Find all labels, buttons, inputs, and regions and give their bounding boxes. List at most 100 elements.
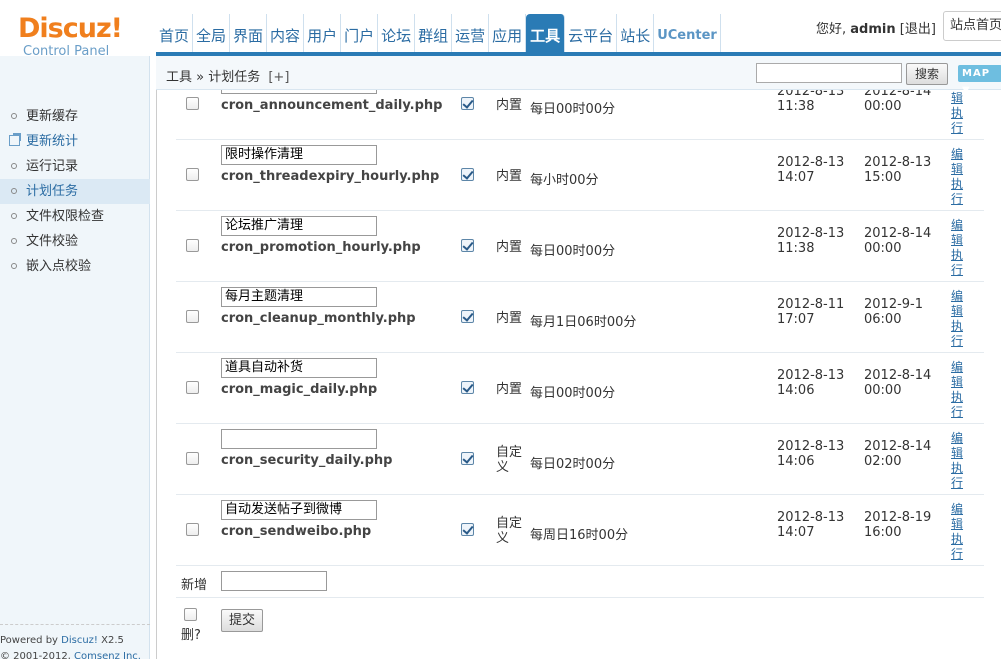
next-run: 2012-8-19 16:00 <box>864 510 931 540</box>
edit-link[interactable]: 编辑 <box>951 147 965 177</box>
available-checkbox[interactable] <box>461 97 474 110</box>
next-run-time: 00:00 <box>864 383 902 398</box>
delete-checkbox[interactable] <box>186 239 199 252</box>
nav-item[interactable]: 门户 <box>341 14 379 52</box>
task-type: 自定义 <box>496 516 523 546</box>
search-button[interactable]: 搜索 <box>906 63 948 85</box>
run-link[interactable]: 执行 <box>951 319 965 349</box>
sidebar-item-label: 更新统计 <box>26 134 79 149</box>
available-checkbox[interactable] <box>461 381 474 394</box>
available-checkbox[interactable] <box>461 239 474 252</box>
task-name-input[interactable]: 论坛推广清理 <box>221 216 377 236</box>
powered-line: Powered by Discuz! X2.5 <box>0 633 150 649</box>
task-name-input[interactable]: 自动发送帖子到微博 <box>221 500 377 520</box>
sidebar-item-label: 文件权限检查 <box>26 209 105 224</box>
sub-bar: 工具 » 计划任务 [+] 搜索 MAP ▼ <box>156 56 1001 96</box>
map-button[interactable]: MAP ▼ <box>958 65 1001 96</box>
next-run-time: 15:00 <box>864 170 902 185</box>
task-type: 内置 <box>496 382 523 397</box>
submit-button[interactable]: 提交 <box>221 609 263 632</box>
last-run: 2012-8-13 14:07 <box>777 510 844 540</box>
nav-item[interactable]: 运营 <box>452 14 490 52</box>
nav-item[interactable]: 应用 <box>489 14 527 52</box>
nav-item[interactable]: 群组 <box>415 14 453 52</box>
last-run-date: 2012-8-13 <box>777 155 845 170</box>
edit-link[interactable]: 编辑 <box>951 218 965 248</box>
nav-item[interactable]: 全局 <box>193 14 231 52</box>
logo-main: Discuz! <box>18 13 123 44</box>
add-shortcut-link[interactable]: [+] <box>268 70 289 85</box>
available-checkbox[interactable] <box>461 310 474 323</box>
edit-link[interactable]: 编辑 <box>951 90 965 106</box>
delete-checkbox[interactable] <box>186 310 199 323</box>
logo[interactable]: Discuz! Control Panel <box>18 13 123 60</box>
search-input[interactable] <box>756 63 902 83</box>
nav-item[interactable]: 内容 <box>267 14 305 52</box>
header: Discuz! Control Panel 首页 全局 界面 内容 用户 门户 论坛 群组 运营… <box>0 0 1001 59</box>
sidebar-item[interactable]: 运行记录 <box>0 154 150 179</box>
powered-version: X2.5 <box>97 635 124 646</box>
copyright-line: © 2001-2012, Comsenz Inc. <box>0 649 150 659</box>
task-name-input[interactable] <box>221 429 377 449</box>
edit-link[interactable]: 编辑 <box>951 502 965 532</box>
nav-item[interactable]: UCenter <box>654 14 721 52</box>
sidebar-menu: 更新缓存更新统计运行记录 计划任务文件权限检查文件校验 嵌入点校验 <box>0 104 150 279</box>
table-row: 道具自动补货 cron_magic_daily.php 内置 每日00时00分 2012… <box>176 353 984 424</box>
nav-item[interactable]: 云平台 <box>565 14 618 52</box>
task-script: cron_security_daily.php <box>221 453 393 468</box>
form-footer: 删? 提交 <box>176 600 984 650</box>
task-script: cron_announcement_daily.php <box>221 98 443 113</box>
sidebar-item[interactable]: 更新缓存 <box>0 104 150 129</box>
copyright-prefix: © 2001-2012, <box>0 651 75 659</box>
nav-item[interactable]: 站长 <box>617 14 655 52</box>
sidebar-item[interactable]: 文件校验 <box>0 229 150 254</box>
bullet-icon <box>11 113 17 119</box>
nav-item[interactable]: 工具 <box>526 14 566 52</box>
run-link[interactable]: 执行 <box>951 248 965 278</box>
edit-link[interactable]: 编辑 <box>951 431 965 461</box>
delete-checkbox[interactable] <box>186 168 199 181</box>
task-type: 内置 <box>496 311 523 326</box>
task-name-input[interactable]: 每日公告清理 <box>221 90 377 94</box>
last-run: 2012-8-13 11:38 <box>777 226 844 256</box>
available-checkbox[interactable] <box>461 523 474 536</box>
nav-item[interactable]: 界面 <box>230 14 268 52</box>
delete-checkbox[interactable] <box>186 381 199 394</box>
breadcrumb-path: 工具 » 计划任务 <box>166 70 261 85</box>
edit-link[interactable]: 编辑 <box>951 360 965 390</box>
sidebar-item[interactable]: 计划任务 <box>0 179 150 204</box>
nav-item[interactable]: 用户 <box>304 14 342 52</box>
copyright-brand-link[interactable]: Comsenz Inc. <box>74 651 141 659</box>
logout-link[interactable]: [退出] <box>900 22 936 37</box>
next-run-time: 00:00 <box>864 99 902 114</box>
task-name-input[interactable]: 道具自动补货 <box>221 358 377 378</box>
table-row: 论坛推广清理 cron_promotion_hourly.php 内置 每日00时00… <box>176 211 984 282</box>
available-checkbox[interactable] <box>461 168 474 181</box>
run-link[interactable]: 执行 <box>951 461 965 491</box>
task-name-input[interactable]: 限时操作清理 <box>221 145 377 165</box>
sidebar-item[interactable]: 更新统计 <box>0 129 150 154</box>
delete-checkbox[interactable] <box>186 523 199 536</box>
sidebar-item[interactable]: 文件权限检查 <box>0 204 150 229</box>
available-checkbox[interactable] <box>461 452 474 465</box>
delete-checkbox[interactable] <box>186 452 199 465</box>
run-link[interactable]: 执行 <box>951 106 965 136</box>
nav-item[interactable]: 首页 <box>156 14 194 52</box>
last-run-time: 14:07 <box>777 170 815 185</box>
edit-link[interactable]: 编辑 <box>951 289 965 319</box>
site-home-button[interactable]: 站点首页 <box>943 11 1001 41</box>
run-link[interactable]: 执行 <box>951 532 965 562</box>
powered-brand-link[interactable]: Discuz! <box>61 635 98 646</box>
new-task-name-input[interactable] <box>221 571 327 591</box>
task-schedule: 每日02时00分 <box>530 457 616 472</box>
task-schedule: 每日00时00分 <box>530 102 616 117</box>
run-link[interactable]: 执行 <box>951 390 965 420</box>
sidebar-item-label: 更新缓存 <box>26 109 79 124</box>
delete-all-checkbox[interactable] <box>184 608 197 621</box>
delete-checkbox[interactable] <box>186 97 199 110</box>
run-link[interactable]: 执行 <box>951 177 965 207</box>
row-actions: 编辑执行 <box>951 218 965 278</box>
task-name-input[interactable]: 每月主题清理 <box>221 287 377 307</box>
nav-item[interactable]: 论坛 <box>378 14 416 52</box>
sidebar-item[interactable]: 嵌入点校验 <box>0 254 150 279</box>
